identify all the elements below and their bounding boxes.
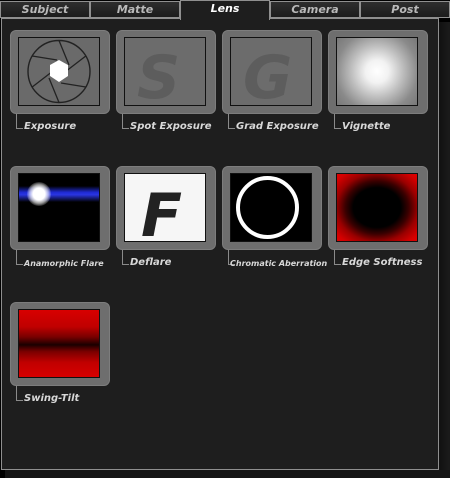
- label-bracket: [122, 114, 129, 129]
- label-bracket: [16, 114, 23, 129]
- preset-label: Spot Exposure: [130, 121, 212, 132]
- preset-label: Grad Exposure: [236, 121, 319, 132]
- flare-glow: [27, 182, 51, 206]
- edge-softness-icon: [336, 173, 418, 242]
- letter-g-icon: G: [230, 37, 312, 106]
- preset-label: Anamorphic Flare: [24, 259, 104, 268]
- label-bracket: [334, 250, 341, 265]
- tab-matte[interactable]: Matte: [90, 1, 180, 18]
- preset-anamorphic-flare[interactable]: Anamorphic Flare: [10, 166, 110, 291]
- label-bracket: [334, 114, 341, 129]
- preset-exposure[interactable]: Exposure: [10, 30, 110, 155]
- swing-tilt-icon: [18, 309, 100, 378]
- preset-label: Deflare: [130, 257, 172, 268]
- app-window: Subject Matte Lens Camera Post Exposure …: [0, 0, 450, 478]
- tab-lens[interactable]: Lens: [180, 0, 270, 20]
- preset-label: Exposure: [24, 121, 77, 132]
- preset-label: Edge Softness: [342, 257, 423, 268]
- tab-subject[interactable]: Subject: [0, 1, 90, 18]
- preset-edge-softness[interactable]: Edge Softness: [328, 166, 428, 291]
- label-bracket: [16, 250, 23, 265]
- ring-icon: [230, 173, 312, 242]
- lens-presets-panel: Exposure S Spot Exposure G Grad Exposure…: [1, 18, 439, 470]
- preset-grad-exposure[interactable]: G Grad Exposure: [222, 30, 322, 155]
- letter-f-icon: F: [124, 173, 206, 242]
- tab-post[interactable]: Post: [360, 1, 450, 18]
- preset-swing-tilt[interactable]: Swing-Tilt: [10, 302, 110, 427]
- panel-shadow-bottom: [5, 470, 450, 478]
- label-bracket: [122, 250, 129, 265]
- preset-label: Vignette: [342, 121, 391, 132]
- preset-vignette[interactable]: Vignette: [328, 30, 428, 155]
- vignette-icon: [336, 37, 418, 106]
- aperture-icon: [18, 37, 100, 106]
- label-bracket: [16, 386, 23, 401]
- ring-shape: [236, 176, 299, 239]
- panel-shadow: [439, 22, 450, 474]
- label-bracket: [228, 114, 235, 129]
- letter-s-icon: S: [124, 37, 206, 106]
- preset-label: Swing-Tilt: [24, 393, 80, 404]
- anamorphic-flare-icon: [18, 173, 100, 242]
- preset-deflare[interactable]: F Deflare: [116, 166, 216, 291]
- tab-camera[interactable]: Camera: [270, 1, 360, 18]
- preset-chromatic-aberration[interactable]: Chromatic Aberration: [222, 166, 327, 291]
- preset-spot-exposure[interactable]: S Spot Exposure: [116, 30, 216, 155]
- preset-label: Chromatic Aberration: [230, 259, 328, 268]
- tab-bar: Subject Matte Lens Camera Post: [0, 0, 450, 20]
